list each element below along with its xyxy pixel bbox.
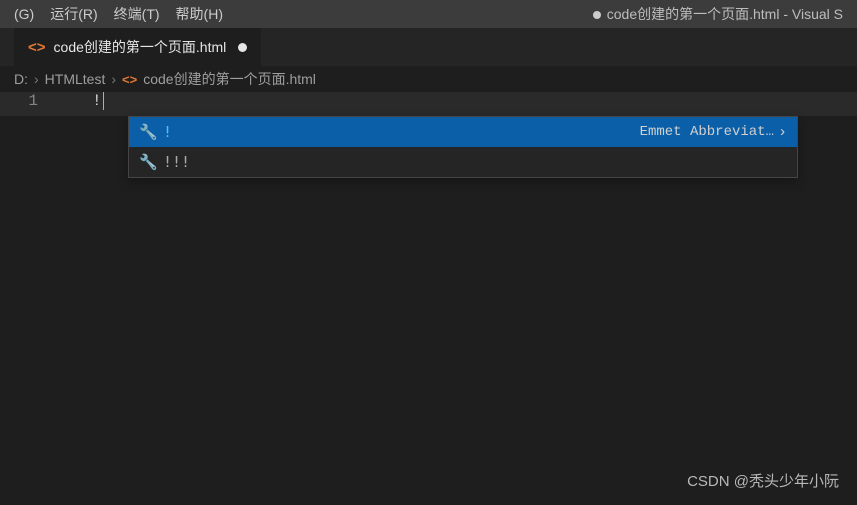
menubar: (G) 运行(R) 终端(T) 帮助(H) code创建的第一个页面.html … — [0, 0, 857, 28]
menu-item-terminal[interactable]: 终端(T) — [106, 4, 168, 24]
suggestion-label: ! — [163, 123, 172, 141]
menu-item-help[interactable]: 帮助(H) — [168, 4, 231, 24]
editor[interactable]: 1 ! 🔧 ! Emmet Abbreviat… › 🔧 !!! — [0, 92, 857, 116]
suggestion-label: !!! — [163, 153, 190, 171]
line-number: 1 — [0, 92, 60, 110]
editor-line[interactable]: 1 ! — [0, 92, 857, 116]
breadcrumb-part[interactable]: HTMLtest — [45, 71, 106, 87]
suggestion-popup[interactable]: 🔧 ! Emmet Abbreviat… › 🔧 !!! — [128, 116, 798, 178]
tab-filename: code创建的第一个页面.html — [54, 37, 227, 57]
wrench-icon: 🔧 — [139, 153, 157, 172]
chevron-right-icon: › — [111, 71, 116, 87]
typed-text: ! — [92, 92, 102, 110]
window-title: code创建的第一个页面.html - Visual S — [231, 4, 851, 24]
html-file-icon: <> — [28, 39, 46, 56]
watermark-text: CSDN @秃头少年小阮 — [687, 470, 839, 491]
suggestion-item[interactable]: 🔧 !!! — [129, 147, 797, 177]
menu-item-g[interactable]: (G) — [6, 6, 42, 22]
breadcrumb-part[interactable]: D: — [14, 71, 28, 87]
text-cursor — [103, 92, 104, 110]
tabbar: <> code创建的第一个页面.html — [0, 28, 857, 66]
editor-code[interactable]: ! — [60, 92, 104, 110]
breadcrumbs[interactable]: D: › HTMLtest › <> code创建的第一个页面.html — [0, 66, 857, 92]
dirty-indicator-icon — [593, 11, 601, 19]
tab-open-file[interactable]: <> code创建的第一个页面.html — [14, 28, 262, 66]
chevron-right-icon: › — [34, 71, 39, 87]
suggestion-description: Emmet Abbreviat… — [640, 124, 774, 140]
dirty-dot-icon — [238, 43, 247, 52]
menu-item-run[interactable]: 运行(R) — [42, 4, 105, 24]
breadcrumb-part[interactable]: code创建的第一个页面.html — [143, 69, 316, 89]
chevron-right-icon[interactable]: › — [778, 124, 787, 141]
suggestion-item[interactable]: 🔧 ! Emmet Abbreviat… › — [129, 117, 797, 147]
wrench-icon: 🔧 — [139, 123, 157, 142]
html-file-icon: <> — [122, 72, 137, 87]
